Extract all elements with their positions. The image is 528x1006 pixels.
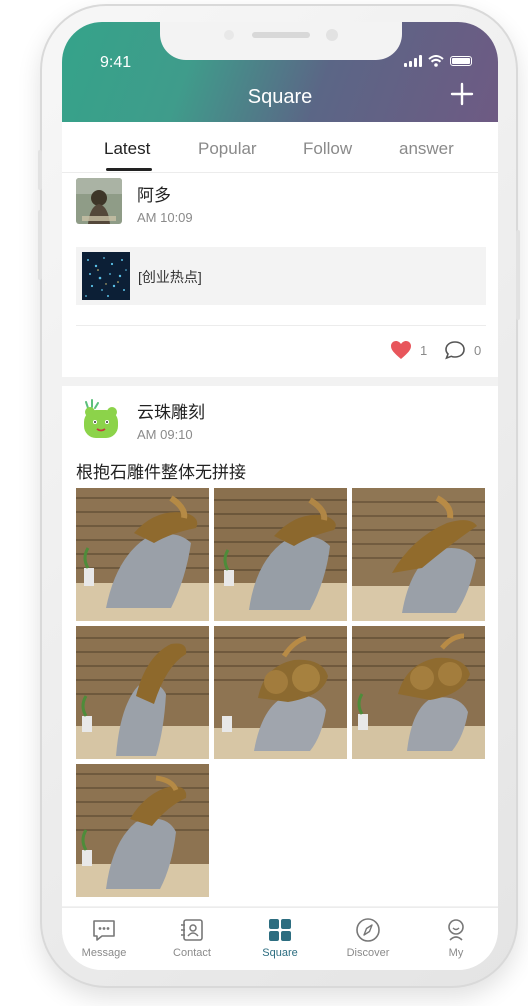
comment-count: 0 (474, 343, 482, 358)
tab-latest[interactable]: Latest (104, 139, 150, 159)
nav-label: Contact (173, 947, 211, 959)
shared-link-card[interactable]: [创业热点] (76, 247, 486, 305)
status-time: 9:41 (100, 54, 132, 71)
tab-bar: Latest Popular Follow answer (62, 122, 498, 173)
phone-side-button (516, 230, 520, 320)
status-icons (404, 54, 472, 68)
shared-link-title: [创业热点] (138, 269, 202, 285)
post-time: AM 10:09 (137, 210, 193, 225)
post-time: AM 09:10 (137, 427, 193, 442)
nav-contact[interactable]: Contact (152, 916, 232, 959)
message-icon (93, 920, 115, 941)
compass-icon (356, 918, 380, 942)
avatar[interactable] (76, 178, 122, 224)
contact-icon (181, 919, 203, 941)
post-text: 根抱石雕件整体无拼接 (76, 463, 246, 482)
battery-icon (450, 56, 472, 66)
like-count: 1 (420, 343, 428, 358)
post-photo[interactable] (214, 626, 347, 759)
tab-popular[interactable]: Popular (198, 139, 257, 159)
square-icon (269, 919, 291, 941)
nav-discover[interactable]: Discover (328, 916, 408, 959)
post-photo[interactable] (76, 488, 209, 621)
phone-notch (160, 22, 402, 60)
add-icon[interactable] (450, 82, 474, 106)
phone-side-button (38, 210, 42, 280)
post-card[interactable]: 阿多 AM 10:09 [创业热点] 1 0 (62, 173, 498, 377)
comment-icon[interactable] (444, 340, 466, 360)
bottom-nav: Message Contact Square Discover My (62, 907, 498, 970)
heart-icon[interactable] (390, 340, 412, 360)
tab-follow[interactable]: Follow (303, 139, 352, 159)
post-photo[interactable] (76, 626, 209, 759)
link-thumbnail (82, 252, 130, 300)
page-title: Square (247, 86, 313, 108)
person-icon (448, 919, 464, 941)
user-name[interactable]: 云珠雕刻 (137, 398, 205, 423)
user-name[interactable]: 阿多 (137, 181, 171, 206)
phone-side-button (38, 150, 42, 190)
post-photo[interactable] (352, 626, 485, 759)
nav-label: Square (262, 947, 298, 959)
tab-answer[interactable]: answer (399, 139, 454, 159)
nav-message[interactable]: Message (64, 916, 144, 959)
signal-icon (404, 55, 422, 67)
phone-screen: 9:41 Square Latest Popular Follow answer (62, 22, 498, 970)
nav-label: Message (81, 947, 127, 959)
post-photo[interactable] (76, 764, 209, 897)
nav-label: Discover (346, 947, 390, 959)
divider (76, 325, 486, 326)
post-photo[interactable] (214, 488, 347, 621)
nav-my[interactable]: My (416, 916, 496, 959)
post-card[interactable]: 云珠雕刻 AM 09:10 根抱石雕件整体无拼接 (62, 386, 498, 906)
nav-square[interactable]: Square (240, 916, 320, 959)
nav-label: My (448, 947, 464, 959)
wifi-icon (428, 55, 444, 67)
avatar[interactable] (78, 396, 124, 442)
active-tab-indicator (106, 168, 152, 171)
app-header: 9:41 Square (62, 22, 498, 122)
post-photo[interactable] (352, 488, 485, 621)
